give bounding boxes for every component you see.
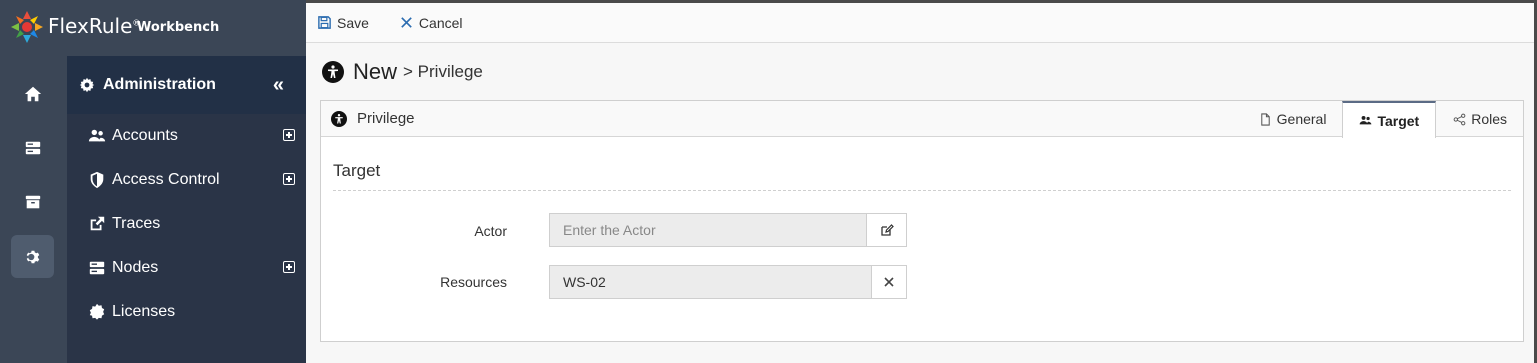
archive-icon (25, 195, 40, 208)
sidebar-item-accounts[interactable]: Accounts (67, 114, 306, 158)
expand-nodes-icon[interactable] (283, 261, 295, 273)
panel-title-text: Privilege (357, 110, 415, 127)
users-icon (1360, 115, 1372, 125)
server-icon (88, 259, 106, 277)
brand-name: FlexRule® (48, 14, 140, 38)
close-icon (884, 277, 894, 287)
tab-label: General (1276, 111, 1327, 127)
brand: FlexRule® Workbench (0, 0, 306, 56)
brand-name-part1: Flex (48, 14, 89, 38)
flexrule-logo-icon (11, 11, 43, 43)
section-divider (333, 190, 1511, 191)
sidebar-item-access-control[interactable]: Access Control (67, 158, 306, 202)
sidebar-item-label: Access Control (112, 171, 220, 188)
cancel-label: Cancel (418, 14, 463, 31)
edit-actor-button[interactable] (866, 213, 907, 247)
page-title-text: New (353, 59, 398, 84)
actor-label: Actor (474, 223, 507, 239)
accessibility-icon (331, 110, 347, 127)
cancel-button[interactable]: Cancel (399, 15, 463, 31)
privilege-panel: Privilege General Target Roles Target Ac… (320, 100, 1524, 342)
gear-icon (26, 250, 39, 263)
sidebar-item-label: Licenses (112, 303, 176, 320)
tab-roles[interactable]: Roles (1436, 101, 1523, 137)
rail-server-button[interactable] (11, 126, 54, 169)
share-icon (1453, 113, 1466, 125)
users-icon (88, 127, 106, 145)
tab-label: Roles (1471, 111, 1507, 127)
certificate-icon (88, 303, 106, 321)
shield-icon (88, 171, 106, 189)
file-icon (1260, 112, 1270, 126)
window-top-edge (306, 0, 1537, 3)
close-icon (401, 17, 412, 28)
external-link-icon (88, 215, 106, 233)
save-button[interactable]: Save (317, 15, 369, 31)
accessibility-icon (322, 61, 344, 83)
toolbar: Save Cancel (306, 3, 1534, 43)
panel-tabs: General Target Roles (1242, 101, 1523, 138)
edit-icon (880, 224, 894, 236)
rail-home-button[interactable] (11, 72, 54, 115)
section-title: Target (333, 161, 381, 180)
sidebar-title: Administration (103, 76, 216, 93)
sidebar-header: Administration « (67, 56, 306, 114)
sidebar-item-label: Nodes (112, 259, 159, 276)
collapse-sidebar-button[interactable]: « (273, 74, 284, 97)
brand-subtitle: Workbench (137, 20, 220, 35)
expand-access-control-icon[interactable] (283, 173, 295, 185)
page-title: New > Privilege (322, 59, 483, 85)
admin-sidebar: Administration « Accounts Access Control… (67, 56, 306, 363)
server-icon (25, 141, 40, 154)
tab-label: Target (1377, 112, 1420, 129)
save-label: Save (337, 14, 369, 31)
brand-name-part2: Rule (88, 14, 133, 38)
actor-field[interactable]: Enter the Actor (549, 213, 867, 247)
home-icon (24, 86, 41, 101)
expand-accounts-icon[interactable] (283, 129, 295, 141)
sidebar-item-label: Accounts (112, 127, 178, 144)
rail-settings-button[interactable] (11, 235, 54, 278)
save-icon (318, 16, 331, 29)
sidebar-item-label: Traces (112, 215, 161, 232)
resources-label: Resources (440, 274, 507, 290)
panel-title: Privilege (331, 110, 415, 127)
resources-field[interactable]: WS-02 (549, 265, 872, 299)
main-content: Save Cancel New > Privilege Privilege Ge… (306, 3, 1534, 363)
panel-header: Privilege General Target Roles (321, 101, 1523, 138)
tab-target[interactable]: Target (1342, 101, 1437, 138)
sidebar-item-licenses[interactable]: Licenses (67, 290, 306, 334)
rail-archive-button[interactable] (11, 180, 54, 223)
sidebar-item-traces[interactable]: Traces (67, 202, 306, 246)
breadcrumb: > Privilege (403, 62, 483, 81)
clear-resources-button[interactable] (871, 265, 907, 299)
tab-general[interactable]: General (1242, 101, 1343, 137)
sidebar-item-nodes[interactable]: Nodes (67, 246, 306, 290)
gear-icon (79, 77, 95, 93)
